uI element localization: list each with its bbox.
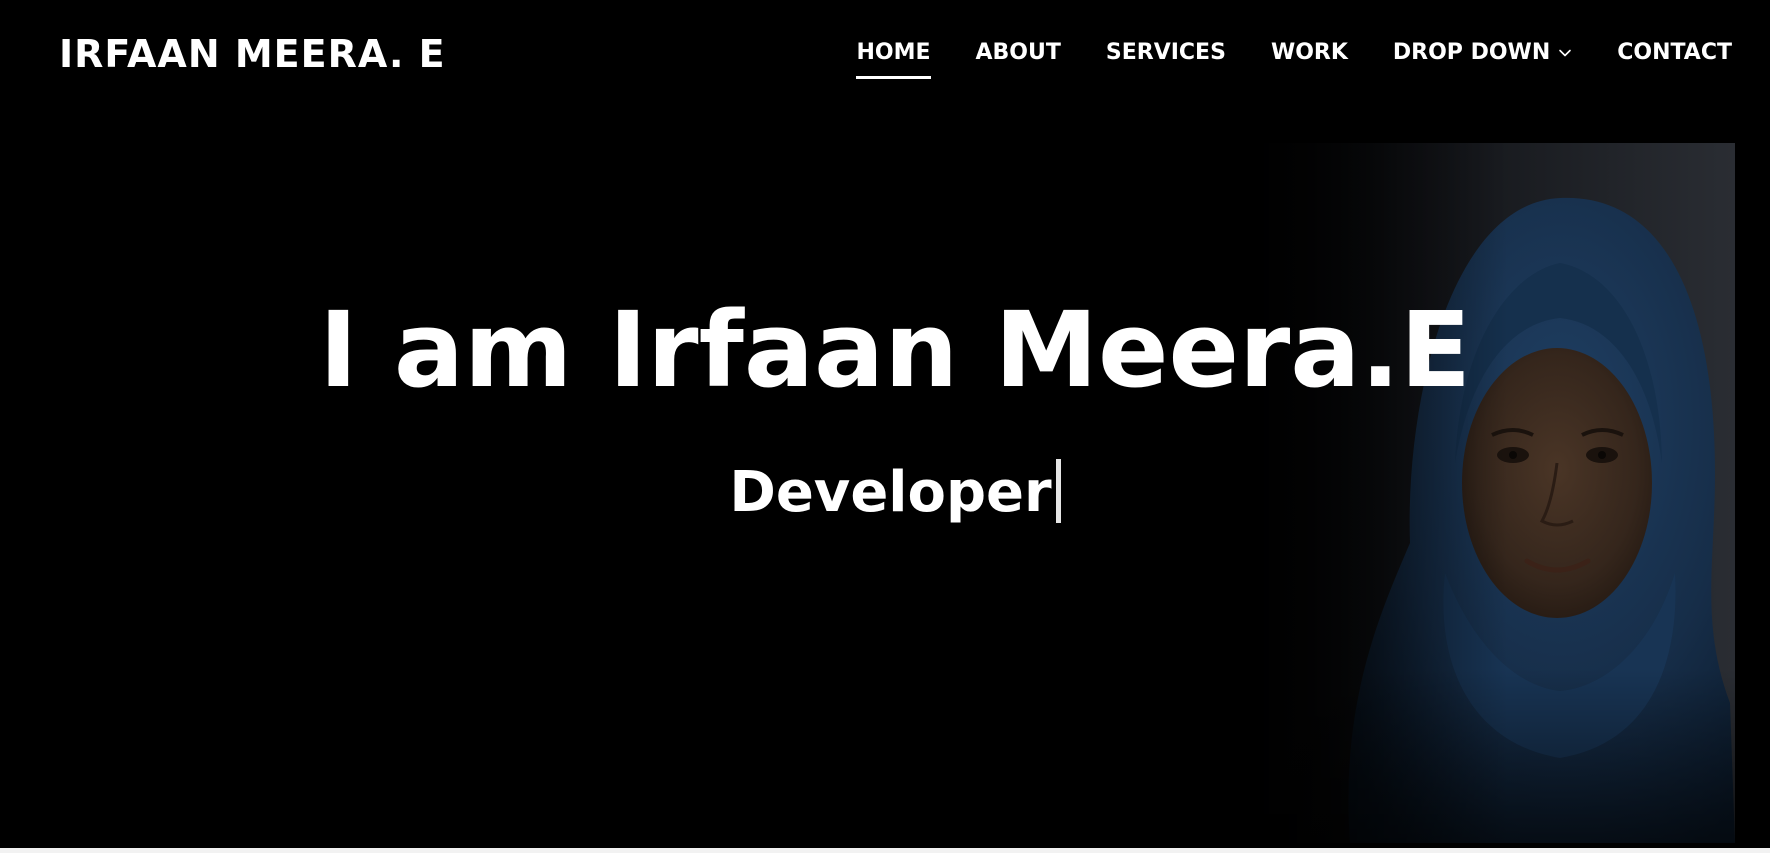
- nav-item-home[interactable]: HOME: [856, 38, 931, 79]
- page: IRFAAN MEERA. E HOME ABOUT SERVICES WORK…: [0, 0, 1770, 853]
- site-logo[interactable]: IRFAAN MEERA. E: [59, 30, 446, 78]
- profile-photo: [1230, 143, 1735, 843]
- nav-item-label: CONTACT: [1617, 40, 1732, 65]
- main-nav: HOME ABOUT SERVICES WORK DROP DOWN CONTA…: [856, 38, 1732, 79]
- nav-item-label: ABOUT: [975, 40, 1061, 65]
- nav-item-about[interactable]: ABOUT: [976, 38, 1061, 68]
- nav-item-contact[interactable]: CONTACT: [1617, 38, 1732, 68]
- nav-item-work[interactable]: WORK: [1271, 38, 1348, 68]
- nav-item-label: DROP DOWN: [1392, 40, 1551, 65]
- typed-role-text: Developer: [729, 460, 1052, 525]
- nav-item-label: WORK: [1270, 40, 1348, 65]
- page-bottom-edge: [0, 848, 1770, 853]
- site-header: IRFAAN MEERA. E HOME ABOUT SERVICES WORK…: [0, 0, 1770, 108]
- nav-item-label: HOME: [856, 40, 931, 65]
- chevron-down-icon: [1559, 49, 1572, 57]
- nav-item-label: SERVICES: [1105, 40, 1226, 65]
- typing-cursor: [1055, 459, 1061, 523]
- nav-item-dropdown[interactable]: DROP DOWN: [1393, 38, 1572, 68]
- nav-item-services[interactable]: SERVICES: [1106, 38, 1226, 68]
